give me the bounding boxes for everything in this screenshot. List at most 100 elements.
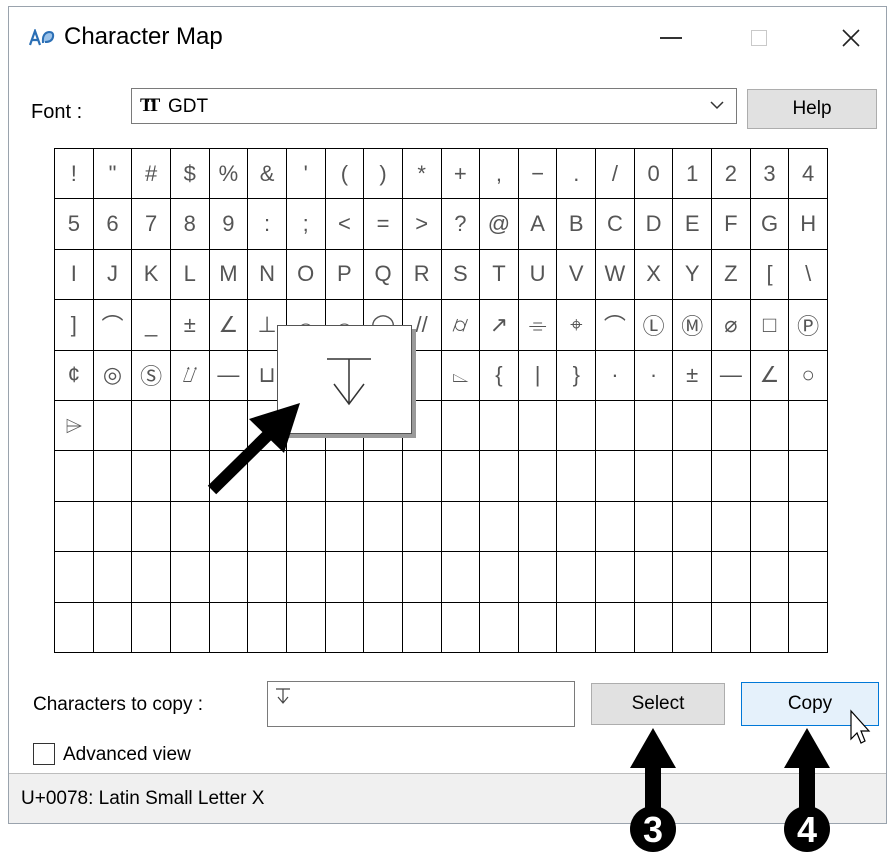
character-cell[interactable]: [596, 552, 635, 603]
character-cell[interactable]: 7: [132, 199, 171, 250]
character-cell[interactable]: [789, 501, 828, 553]
character-cell[interactable]: F: [712, 199, 751, 250]
character-cell[interactable]: \: [789, 249, 828, 301]
character-cell[interactable]: ⌒: [93, 300, 133, 351]
character-cell[interactable]: [402, 451, 442, 502]
character-cell[interactable]: [55, 602, 94, 653]
character-cell[interactable]: T: [480, 249, 519, 301]
character-cell[interactable]: [712, 501, 751, 553]
character-cell[interactable]: [248, 451, 287, 502]
character-cell[interactable]: O: [286, 249, 326, 301]
character-cell[interactable]: [170, 451, 210, 502]
character-cell[interactable]: [132, 501, 171, 553]
character-cell[interactable]: ': [286, 149, 326, 200]
character-cell[interactable]: ": [93, 149, 133, 200]
character-cell[interactable]: [248, 501, 287, 553]
character-cell[interactable]: N: [248, 249, 287, 301]
character-cell[interactable]: 1: [673, 149, 713, 200]
character-cell[interactable]: −: [518, 149, 558, 200]
character-cell[interactable]: Y: [673, 249, 713, 301]
character-cell[interactable]: J: [93, 249, 133, 301]
character-cell[interactable]: [789, 552, 828, 603]
character-cell[interactable]: =: [364, 199, 403, 250]
character-cell[interactable]: [480, 401, 519, 452]
character-cell[interactable]: P: [325, 249, 365, 301]
character-cell[interactable]: 8: [170, 199, 210, 250]
character-cell[interactable]: ±: [170, 300, 210, 351]
copy-button[interactable]: Copy: [741, 682, 879, 726]
character-cell[interactable]: [557, 451, 597, 502]
character-cell[interactable]: [132, 401, 171, 452]
character-cell[interactable]: $: [170, 149, 210, 200]
character-cell[interactable]: [557, 401, 597, 452]
character-cell[interactable]: [750, 552, 790, 603]
character-cell[interactable]: Q: [364, 249, 403, 301]
character-cell[interactable]: L: [170, 249, 210, 301]
character-cell[interactable]: [364, 501, 403, 553]
character-cell[interactable]: [209, 552, 249, 603]
character-cell[interactable]: [673, 501, 713, 553]
character-cell[interactable]: [634, 602, 674, 653]
character-cell[interactable]: X: [634, 249, 674, 301]
character-cell[interactable]: W: [596, 249, 635, 301]
character-cell[interactable]: 0: [634, 149, 674, 200]
character-cell[interactable]: [286, 451, 326, 502]
character-cell[interactable]: ⌖: [557, 300, 597, 351]
character-cell[interactable]: ⌰: [170, 350, 210, 401]
character-cell[interactable]: I: [55, 249, 94, 301]
character-cell[interactable]: [596, 602, 635, 653]
character-cell[interactable]: [: [750, 249, 790, 301]
character-cell[interactable]: %: [209, 149, 249, 200]
character-cell[interactable]: [712, 451, 751, 502]
character-cell[interactable]: [55, 451, 94, 502]
character-cell[interactable]: [132, 602, 171, 653]
character-cell[interactable]: [248, 552, 287, 603]
character-cell[interactable]: [209, 451, 249, 502]
maximize-button[interactable]: [729, 15, 789, 61]
character-cell[interactable]: 6: [93, 199, 133, 250]
character-cell[interactable]: [93, 501, 133, 553]
character-cell[interactable]: [286, 501, 326, 553]
character-cell[interactable]: —: [209, 350, 249, 401]
character-cell[interactable]: :: [248, 199, 287, 250]
character-cell[interactable]: Ⓜ: [673, 300, 713, 351]
character-cell[interactable]: |: [518, 350, 558, 401]
character-cell[interactable]: ]: [55, 300, 94, 351]
character-cell[interactable]: [364, 451, 403, 502]
characters-to-copy-field[interactable]: [267, 681, 575, 727]
character-grid[interactable]: ! " # $% & '() * +, −./0 1 2 3 4 5 6 7 8 9:; < = >? @ A B C D E F G H…: [54, 148, 828, 653]
character-cell[interactable]: G: [750, 199, 790, 250]
character-cell[interactable]: [402, 552, 442, 603]
character-cell[interactable]: [712, 602, 751, 653]
character-cell[interactable]: V: [557, 249, 597, 301]
character-cell[interactable]: ,: [480, 149, 519, 200]
character-cell[interactable]: E: [673, 199, 713, 250]
character-cell[interactable]: 2: [712, 149, 751, 200]
character-cell[interactable]: ∠: [750, 350, 790, 401]
character-cell[interactable]: [750, 451, 790, 502]
character-cell[interactable]: [596, 401, 635, 452]
character-cell[interactable]: [518, 602, 558, 653]
character-cell[interactable]: [712, 552, 751, 603]
character-cell[interactable]: [557, 602, 597, 653]
character-cell[interactable]: 9: [209, 199, 249, 250]
character-cell[interactable]: [750, 401, 790, 452]
character-cell[interactable]: [402, 602, 442, 653]
character-cell[interactable]: [673, 451, 713, 502]
character-cell[interactable]: [557, 552, 597, 603]
character-cell[interactable]: [170, 602, 210, 653]
character-cell[interactable]: ¢: [55, 350, 94, 401]
character-cell[interactable]: K: [132, 249, 171, 301]
character-cell[interactable]: [518, 451, 558, 502]
character-cell[interactable]: D: [634, 199, 674, 250]
character-cell[interactable]: [596, 501, 635, 553]
character-cell[interactable]: (: [325, 149, 365, 200]
character-cell[interactable]: [325, 451, 365, 502]
character-cell[interactable]: [634, 552, 674, 603]
character-cell[interactable]: [286, 602, 326, 653]
character-cell[interactable]: [441, 552, 481, 603]
character-cell[interactable]: [480, 602, 519, 653]
character-cell[interactable]: [93, 602, 133, 653]
character-cell[interactable]: [789, 602, 828, 653]
advanced-view-checkbox[interactable]: [33, 743, 55, 765]
